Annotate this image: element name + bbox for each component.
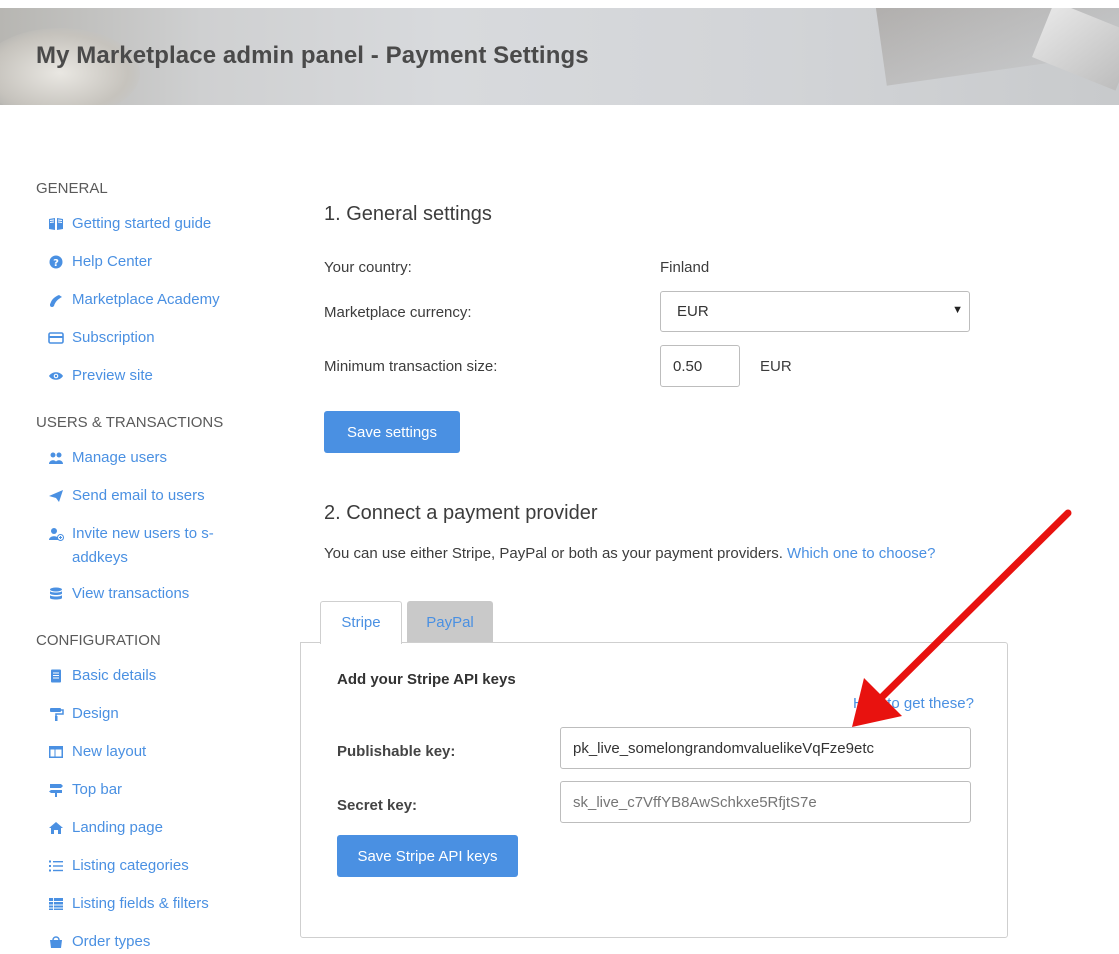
- secret-key-input[interactable]: [560, 781, 971, 823]
- sidebar-item-landing-page[interactable]: Landing page: [36, 816, 276, 840]
- sidebar-item-order-types[interactable]: Order types: [36, 930, 276, 954]
- sidebar-item-label: Landing page: [72, 819, 163, 836]
- page-title: My Marketplace admin panel - Payment Set…: [36, 42, 589, 69]
- eye-icon: [48, 369, 64, 383]
- signpost-icon: [48, 783, 64, 797]
- sidebar-item-label: Listing fields & filters: [72, 895, 209, 912]
- sidebar-item-invite-users[interactable]: Invite new users to s-addkeys: [36, 522, 232, 570]
- paint-roller-icon: [48, 707, 64, 721]
- table-icon: [48, 897, 64, 911]
- currency-select-value: EUR: [677, 303, 709, 320]
- sidebar-section-general: GENERAL: [36, 180, 108, 197]
- page-header: My Marketplace admin panel - Payment Set…: [0, 8, 1119, 105]
- sidebar-item-label: Preview site: [72, 367, 153, 384]
- sidebar-item-label: Manage users: [72, 449, 168, 466]
- stripe-panel-title: Add your Stripe API keys: [337, 671, 516, 688]
- paper-plane-icon: [48, 489, 64, 503]
- sidebar-item-listing-fields[interactable]: Listing fields & filters: [36, 892, 276, 916]
- sidebar-item-label: Subscription: [72, 329, 155, 346]
- payment-provider-heading: 2. Connect a payment provider: [324, 502, 598, 524]
- payment-provider-description-text: You can use either Stripe, PayPal or bot…: [324, 545, 783, 562]
- users-icon: [48, 451, 64, 465]
- svg-text:?: ?: [53, 258, 59, 269]
- sidebar-item-label: Basic details: [72, 667, 157, 684]
- sidebar-item-label: Order types: [72, 933, 151, 950]
- list-icon: [48, 859, 64, 873]
- sidebar-item-help-center[interactable]: ? Help Center: [36, 250, 276, 274]
- sidebar-item-label: Marketplace Academy: [72, 291, 220, 308]
- top-strip: [0, 0, 1119, 8]
- secret-key-label: Secret key:: [337, 797, 418, 814]
- sidebar-item-getting-started[interactable]: Getting started guide: [36, 212, 276, 236]
- min-transaction-input[interactable]: [660, 345, 740, 387]
- sidebar-item-label: Top bar: [72, 781, 123, 798]
- sidebar-item-send-email[interactable]: Send email to users: [36, 484, 276, 508]
- min-transaction-unit: EUR: [760, 358, 792, 375]
- admin-sidebar: GENERAL Getting started guide ? Help Cen…: [36, 178, 276, 954]
- currency-label: Marketplace currency:: [324, 304, 472, 321]
- question-circle-icon: ?: [48, 255, 64, 269]
- sidebar-item-label: New layout: [72, 743, 147, 760]
- sidebar-item-subscription[interactable]: Subscription: [36, 326, 276, 350]
- sidebar-section-configuration: CONFIGURATION: [36, 632, 161, 649]
- sidebar-item-preview-site[interactable]: Preview site: [36, 364, 276, 388]
- sidebar-item-label: View transactions: [72, 585, 190, 602]
- sidebar-item-label: Invite new users to s-addkeys: [72, 525, 214, 566]
- graduation-icon: [48, 293, 64, 307]
- sidebar-section-users-transactions: USERS & TRANSACTIONS: [36, 414, 224, 431]
- save-stripe-keys-button[interactable]: Save Stripe API keys: [337, 835, 518, 877]
- sidebar-item-listing-categories[interactable]: Listing categories: [36, 854, 276, 878]
- sidebar-item-label: Send email to users: [72, 487, 205, 504]
- country-label: Your country:: [324, 259, 412, 276]
- sidebar-item-new-layout[interactable]: New layout: [36, 740, 276, 764]
- sidebar-item-manage-users[interactable]: Manage users: [36, 446, 276, 470]
- database-icon: [48, 587, 64, 601]
- layout-icon: [48, 745, 64, 759]
- save-settings-button[interactable]: Save settings: [324, 411, 460, 453]
- sidebar-item-label: Help Center: [72, 253, 153, 270]
- home-icon: [48, 821, 64, 835]
- sidebar-item-design[interactable]: Design: [36, 702, 276, 726]
- document-icon: [48, 669, 64, 683]
- currency-select[interactable]: EUR ▼: [660, 291, 970, 332]
- bag-icon: [48, 935, 64, 949]
- sidebar-item-basic-details[interactable]: Basic details: [36, 664, 276, 688]
- sidebar-item-label: Listing categories: [72, 857, 189, 874]
- sidebar-item-view-transactions[interactable]: View transactions: [36, 582, 276, 606]
- sidebar-item-top-bar[interactable]: Top bar: [36, 778, 276, 802]
- publishable-key-input[interactable]: [560, 727, 971, 769]
- which-one-to-choose-link[interactable]: Which one to choose?: [787, 545, 935, 562]
- min-transaction-label: Minimum transaction size:: [324, 358, 498, 375]
- user-plus-icon: [48, 527, 64, 541]
- general-settings-heading: 1. General settings: [324, 203, 492, 225]
- how-to-get-keys-link[interactable]: How to get these?: [853, 695, 974, 712]
- sidebar-item-label: Design: [72, 705, 119, 722]
- publishable-key-label: Publishable key:: [337, 743, 456, 760]
- country-value: Finland: [660, 259, 710, 276]
- tab-stripe[interactable]: Stripe: [320, 601, 402, 644]
- book-icon: [48, 217, 64, 231]
- dropdown-arrow-icon: ▼: [952, 304, 963, 316]
- credit-card-icon: [48, 331, 64, 345]
- sidebar-item-label: Getting started guide: [72, 215, 212, 232]
- tab-paypal[interactable]: PayPal: [407, 601, 493, 643]
- sidebar-item-marketplace-academy[interactable]: Marketplace Academy: [36, 288, 276, 312]
- payment-provider-description: You can use either Stripe, PayPal or bot…: [324, 545, 935, 562]
